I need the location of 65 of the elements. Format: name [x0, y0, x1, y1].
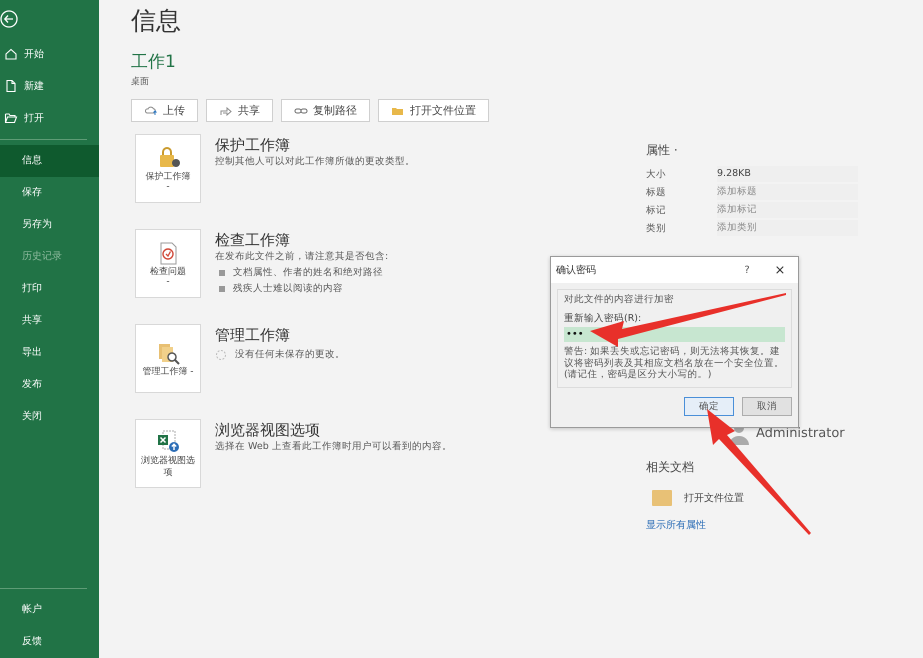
section-card-button[interactable]: 管理工作簿 -: [135, 324, 201, 393]
bullet-icon: [219, 286, 225, 292]
sidebar-item[interactable]: 信息: [0, 145, 99, 177]
section-title: 浏览器视图选项: [215, 421, 321, 440]
section-title: 管理工作簿: [215, 326, 291, 345]
page-title: 信息: [131, 5, 182, 37]
dialog-title: 确认密码: [556, 264, 597, 277]
sidebar-item[interactable]: 反馈: [0, 626, 99, 658]
show-all-link[interactable]: 显示所有属性: [646, 518, 858, 532]
help-button[interactable]: ?: [732, 264, 762, 276]
property-field[interactable]: 添加类别: [717, 220, 858, 236]
spinner-icon: [215, 348, 227, 360]
sidebar-item[interactable]: 开始: [0, 38, 99, 70]
section-description: 控制其他人可以对此工作簿所做的更改类型。: [215, 155, 415, 168]
section-card-button[interactable]: 保护工作簿 -: [135, 134, 201, 203]
field-label: 重新输入密码(R):: [564, 312, 642, 325]
bullet-icon: [219, 270, 225, 276]
section-title: 保护工作簿: [215, 136, 291, 155]
bullet-text: 残疾人士难以阅读的内容: [233, 282, 343, 295]
toolbar-button[interactable]: 复制路径: [281, 99, 370, 122]
section-note: 没有任何未保存的更改。: [235, 348, 345, 361]
author-name: Administrator: [756, 426, 845, 440]
toolbar-button[interactable]: 共享: [206, 99, 273, 122]
sidebar-item[interactable]: 保存: [0, 177, 99, 209]
file-location: 桌面: [131, 76, 150, 88]
bullet-text: 文档属性、作者的姓名和绝对路径: [233, 266, 383, 279]
section-card-button[interactable]: 浏览器视图选项: [135, 419, 201, 488]
sidebar-item[interactable]: 帐户: [0, 594, 99, 626]
group-title: 对此文件的内容进行加密: [564, 293, 675, 306]
toolbar-button[interactable]: 上传: [131, 99, 198, 122]
cloud-icon: [144, 104, 158, 118]
section-heading: 相关文档: [646, 459, 695, 476]
property-label: 类别: [646, 222, 667, 234]
properties-heading: 属性 ·: [646, 142, 679, 159]
back-icon[interactable]: [0, 10, 18, 28]
section-description: 在发布此文件之前，请注意其是否包含:: [215, 250, 388, 263]
section-description: 选择在 Web 上查看此工作簿时用户可以看到的内容。: [215, 440, 452, 453]
sidebar-item[interactable]: 打开: [0, 102, 99, 134]
sidebar-item[interactable]: 新建: [0, 70, 99, 102]
sidebar-item[interactable]: 发布: [0, 369, 99, 401]
close-button[interactable]: ×: [762, 262, 798, 278]
property-value: 9.28KB: [717, 166, 858, 182]
sidebar-item[interactable]: 另存为: [0, 209, 99, 241]
document-icon: [4, 79, 18, 93]
folder-icon: [4, 111, 18, 125]
sidebar-item[interactable]: 打印: [0, 273, 99, 305]
spreadsheet-globe-icon: [155, 428, 181, 454]
property-label: 大小: [646, 168, 667, 180]
dialog-button[interactable]: 确定: [684, 397, 734, 416]
folder-icon: [652, 490, 672, 506]
home-icon: [4, 47, 18, 61]
property-label: 标题: [646, 186, 667, 198]
section-title: 检查工作簿: [215, 231, 291, 250]
file-name: 工作1: [131, 51, 177, 73]
property-label: 标记: [646, 204, 667, 216]
dialog-button[interactable]: 取消: [742, 397, 792, 416]
sidebar-item[interactable]: 关闭: [0, 401, 99, 433]
document-link[interactable]: 打开文件位置: [684, 491, 744, 505]
sidebar-item[interactable]: 共享: [0, 305, 99, 337]
property-field[interactable]: 添加标记: [717, 202, 858, 218]
toolbar-button[interactable]: 打开文件位置: [378, 99, 489, 122]
warning-text: 警告: 如果丢失或忘记密码，则无法将其恢复。建议将密码列表及其相应文档名放在一个安全位置。(请记住，密码是区分大小写的。): [564, 346, 785, 380]
property-field[interactable]: 添加标题: [717, 184, 858, 200]
sidebar-item[interactable]: 导出: [0, 337, 99, 369]
section-card-button[interactable]: 检查问题 -: [135, 229, 201, 298]
